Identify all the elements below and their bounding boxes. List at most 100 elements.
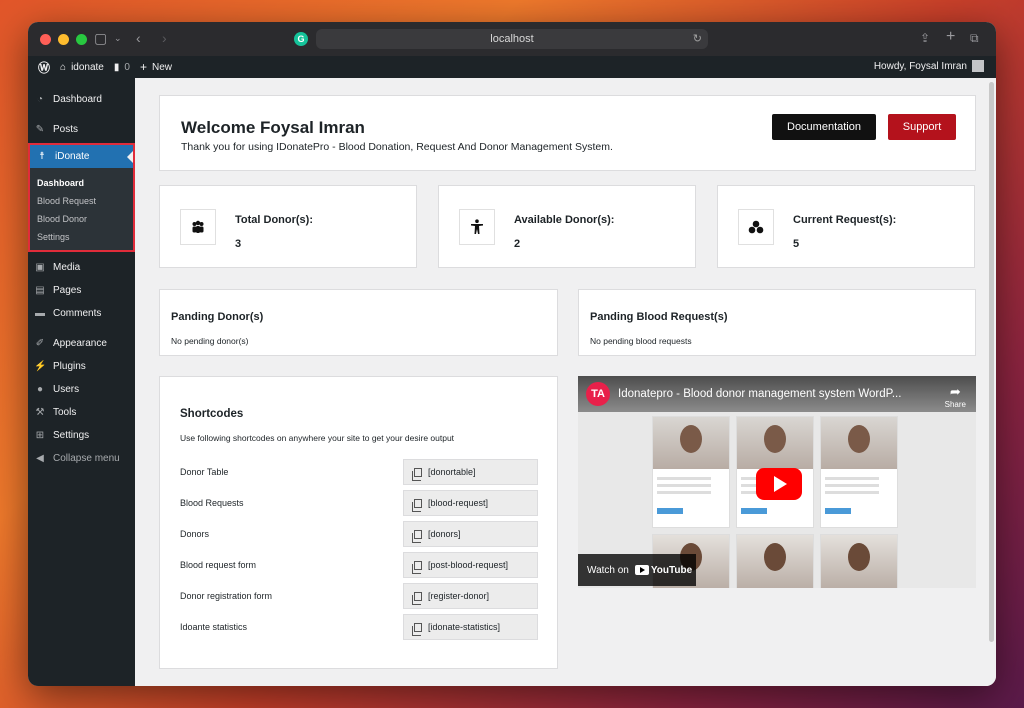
minimize-window-button[interactable] [58, 33, 69, 45]
close-window-button[interactable] [40, 33, 51, 45]
page-icon: ▤ [35, 285, 45, 296]
watch-on-youtube-button[interactable]: Watch on YouTube [578, 554, 696, 586]
collapse-icon: ◀ [36, 453, 44, 464]
stat-value: 3 [235, 238, 242, 250]
share-icon[interactable]: ⇪ [920, 31, 930, 45]
pending-donors-panel: Panding Donor(s) No pending donor(s) [159, 289, 558, 356]
channel-avatar[interactable]: TA [586, 382, 610, 406]
shortcodes-description: Use following shortcodes on anywhere you… [180, 433, 455, 443]
video-title[interactable]: Idonatepro - Blood donor management syst… [618, 388, 918, 400]
main-content: Welcome Foysal Imran Thank you for using… [135, 78, 996, 686]
new-tab-icon[interactable]: + [946, 28, 955, 46]
copy-icon [412, 529, 422, 543]
shortcode-copy-button[interactable]: [post-blood-request] [403, 552, 538, 578]
copy-icon [412, 560, 422, 574]
tab-overview-icon[interactable]: ⧉ [970, 31, 979, 46]
submenu-item-blood-request[interactable]: Blood Request [30, 192, 133, 210]
shortcode-label: Idoante statistics [180, 622, 248, 632]
sidebar-item-dashboard[interactable]: ◔ Dashboard [28, 88, 135, 111]
back-icon[interactable]: ‹ [136, 30, 141, 46]
grammarly-icon[interactable]: G [294, 32, 308, 46]
pin-icon: ✎ [35, 124, 45, 135]
zoom-window-button[interactable] [76, 33, 87, 45]
sidebar-item-comments[interactable]: ▬ Comments [28, 302, 135, 325]
shortcode-label: Blood Requests [180, 498, 244, 508]
user-icon: ● [36, 384, 44, 395]
documentation-button[interactable]: Documentation [772, 114, 876, 140]
shortcode-copy-button[interactable]: [donors] [403, 521, 538, 547]
plug-icon: ⚡ [34, 361, 47, 372]
address-bar[interactable]: localhost ↻ [316, 29, 708, 49]
dashboard-icon: ◔ [36, 94, 44, 105]
comment-icon: ▬ [35, 308, 45, 319]
welcome-subtitle: Thank you for using IDonatePro - Blood D… [181, 141, 613, 153]
panel-title: Panding Blood Request(s) [590, 311, 728, 323]
shortcode-row: Blood request form [post-blood-request] [180, 552, 538, 578]
play-button[interactable] [756, 468, 802, 500]
sidebar-item-pages[interactable]: ▤ Pages [28, 279, 135, 302]
stat-label: Current Request(s): [793, 214, 897, 226]
shortcode-row: Blood Requests [blood-request] [180, 490, 538, 516]
submenu-item-blood-donor[interactable]: Blood Donor [30, 210, 133, 228]
sidebar-item-users[interactable]: ● Users [28, 378, 135, 401]
share-button[interactable]: ➦ Share [945, 384, 966, 409]
account-menu[interactable]: Howdy, Foysal Imran [874, 60, 984, 72]
collapse-menu-button[interactable]: ◀ Collapse menu [28, 447, 135, 470]
reload-icon[interactable]: ↻ [693, 32, 702, 45]
panel-title: Panding Donor(s) [171, 311, 264, 323]
shortcode-row: Donor Table [donortable] [180, 459, 538, 485]
circles-icon [738, 209, 774, 245]
stat-label: Available Donor(s): [514, 214, 615, 226]
sidebar-item-settings[interactable]: ⊞ Settings [28, 424, 135, 447]
stat-value: 2 [514, 238, 521, 250]
shortcode-copy-button[interactable]: [blood-request] [403, 490, 538, 516]
shortcode-row: Donor registration form [register-donor] [180, 583, 538, 609]
plus-icon: + [139, 60, 147, 74]
share-arrow-icon: ➦ [949, 384, 961, 399]
youtube-video-embed[interactable]: TA Idonatepro - Blood donor management s… [578, 376, 976, 588]
sidebar-item-tools[interactable]: ⚒ Tools [28, 401, 135, 424]
person-icon: ☨ [39, 151, 45, 162]
accessibility-icon [459, 209, 495, 245]
page-scrollbar[interactable] [989, 82, 994, 642]
site-name-link[interactable]: ⌂ idonate [60, 62, 104, 73]
shortcode-copy-button[interactable]: [idonate-statistics] [403, 614, 538, 640]
settings-icon: ⊞ [35, 430, 45, 441]
wordpress-logo-icon[interactable]: Ⓦ [38, 59, 50, 76]
shortcode-row: Idoante statistics [idonate-statistics] [180, 614, 538, 640]
copy-icon [412, 467, 422, 481]
brush-icon: ✐ [35, 338, 45, 349]
new-content-link[interactable]: + New [140, 60, 172, 74]
admin-sidebar: ◔ Dashboard ✎ Posts ☨ iDonate Dashboard … [28, 78, 135, 686]
youtube-logo: YouTube [634, 565, 692, 576]
avatar [972, 60, 984, 72]
sidebar-item-appearance[interactable]: ✐ Appearance [28, 332, 135, 355]
wp-admin-bar: Ⓦ ⌂ idonate ▮ 0 + New Howdy, Foysal Imra… [28, 56, 996, 78]
sidebar-item-idonate[interactable]: ☨ iDonate [30, 145, 133, 168]
idonate-submenu: Dashboard Blood Request Blood Donor Sett… [30, 168, 133, 250]
stat-value: 5 [793, 238, 800, 250]
url-text: localhost [490, 33, 534, 45]
shortcode-row: Donors [donors] [180, 521, 538, 547]
panel-text: No pending blood requests [590, 336, 692, 346]
shortcode-label: Donor registration form [180, 591, 273, 601]
comments-link[interactable]: ▮ 0 [114, 62, 130, 73]
shortcode-label: Blood request form [180, 560, 257, 570]
sidebar-item-posts[interactable]: ✎ Posts [28, 118, 135, 141]
chevron-down-icon[interactable]: ⌄ [114, 33, 122, 44]
stat-current-requests: Current Request(s): 5 [717, 185, 975, 268]
sidebar-item-plugins[interactable]: ⚡ Plugins [28, 355, 135, 378]
shortcode-copy-button[interactable]: [register-donor] [403, 583, 538, 609]
submenu-item-dashboard[interactable]: Dashboard [30, 174, 133, 192]
sidebar-item-media[interactable]: ▣ Media [28, 256, 135, 279]
wrench-icon: ⚒ [35, 407, 45, 418]
panel-text: No pending donor(s) [171, 336, 249, 346]
sidebar-toggle-icon[interactable]: ▢ [94, 30, 107, 47]
support-button[interactable]: Support [888, 114, 956, 140]
forward-icon[interactable]: › [162, 30, 167, 46]
pending-requests-panel: Panding Blood Request(s) No pending bloo… [578, 289, 976, 356]
shortcode-copy-button[interactable]: [donortable] [403, 459, 538, 485]
submenu-item-settings[interactable]: Settings [30, 228, 133, 246]
copy-icon [412, 498, 422, 512]
browser-window: ▢ ⌄ ‹ › G localhost ↻ ⇪ + ⧉ Ⓦ ⌂ idonate … [28, 22, 996, 686]
